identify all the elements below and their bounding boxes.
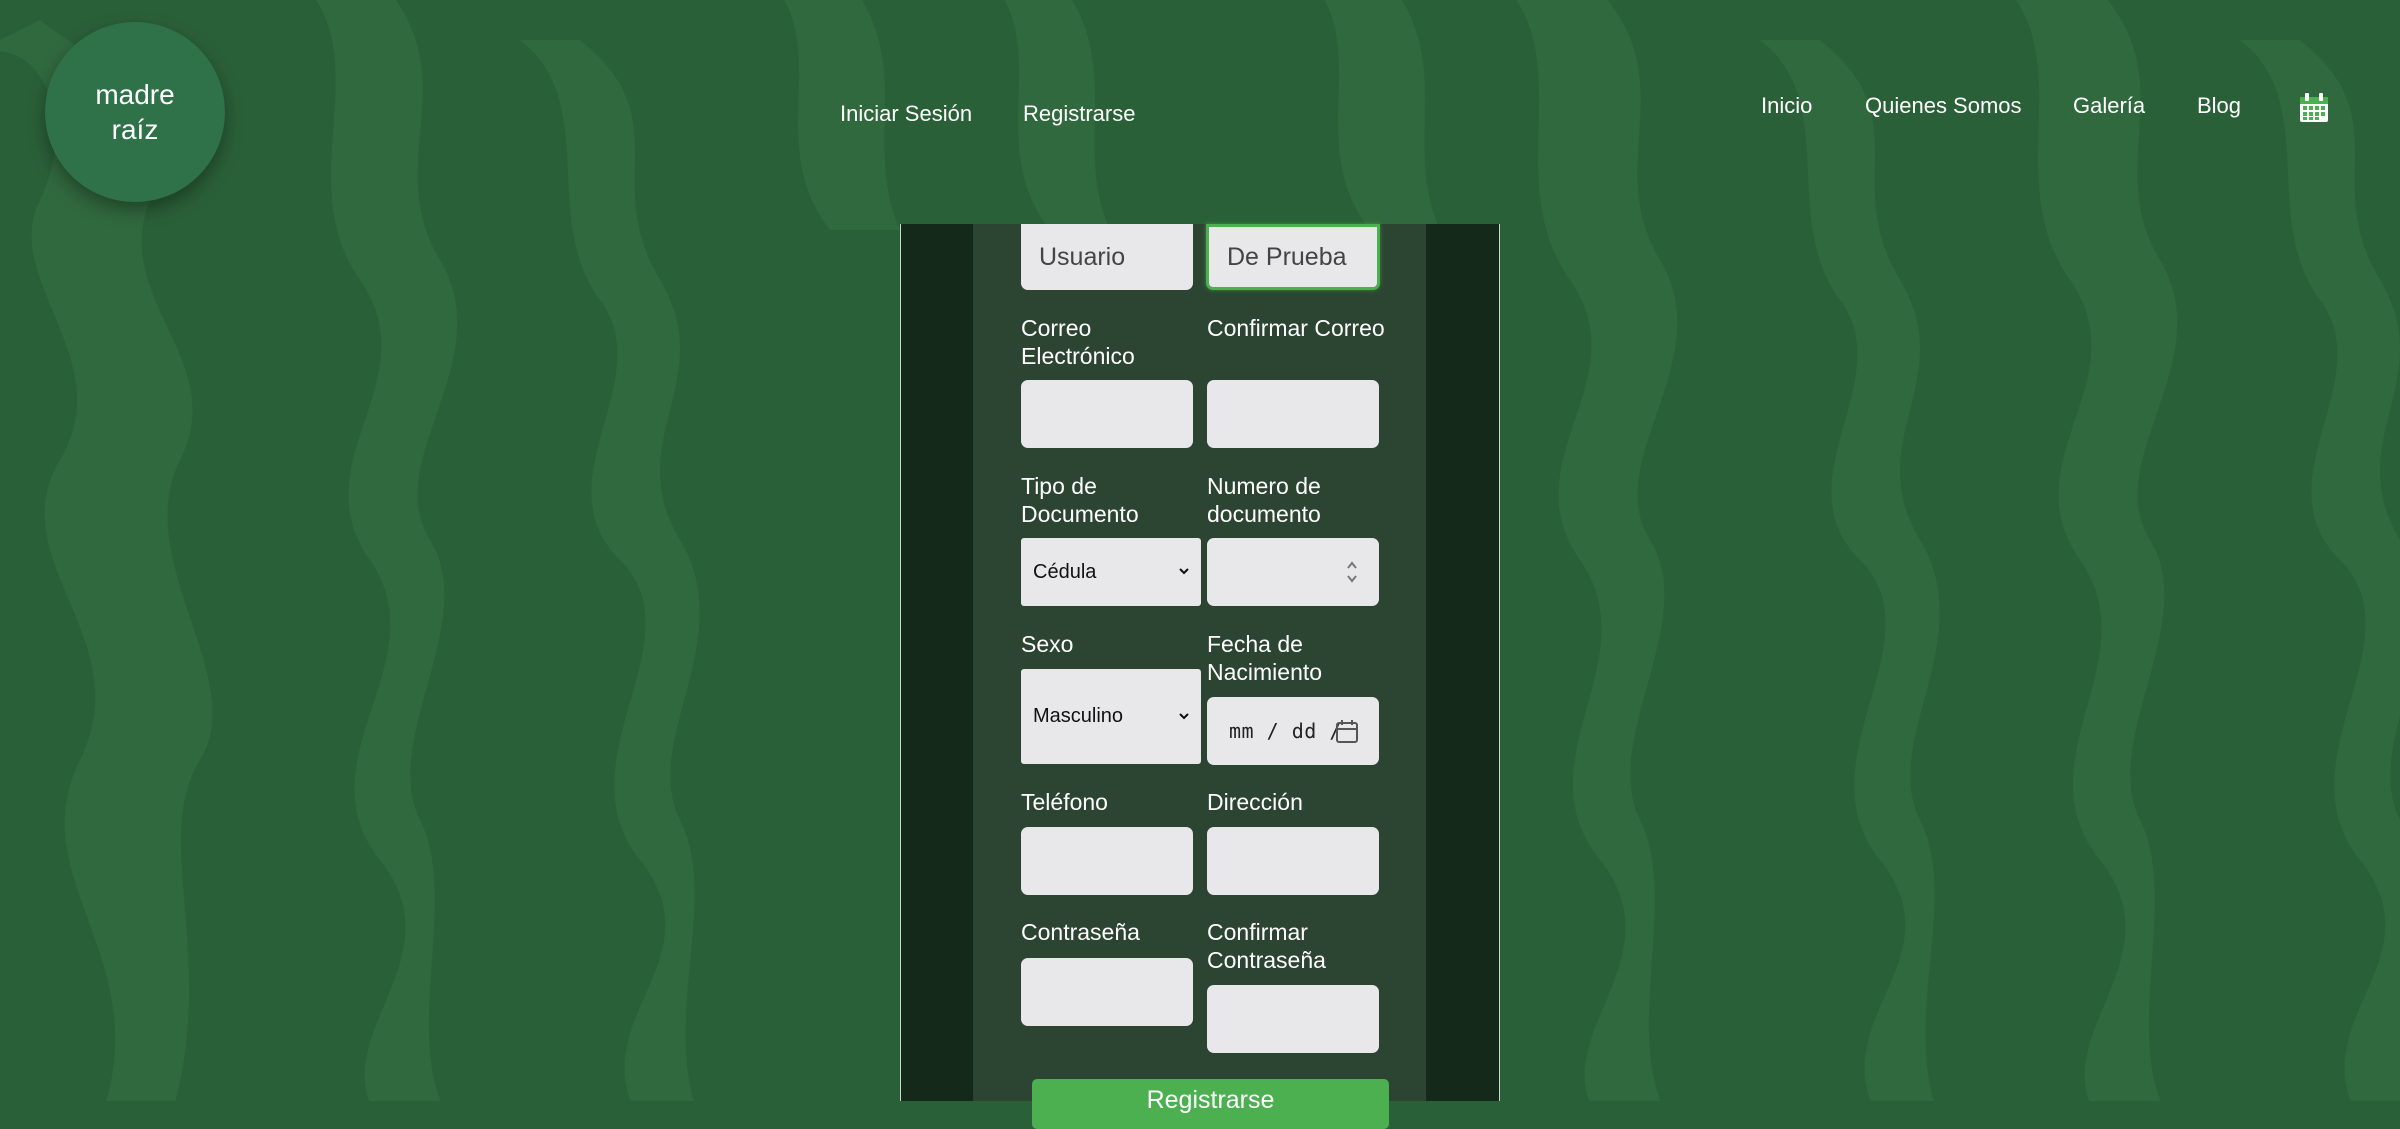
doc-number-field[interactable] <box>1207 538 1379 606</box>
confirm-password-label: Confirmar Contraseña <box>1207 919 1326 973</box>
confirm-email-label: Confirmar Correo <box>1207 315 1385 341</box>
doc-number-label: Numero de documento <box>1207 473 1321 527</box>
doc-type-label: Tipo de Documento <box>1021 473 1139 527</box>
chevron-down-icon <box>1179 712 1189 719</box>
calendar-picker-icon[interactable] <box>1335 718 1359 744</box>
logo[interactable]: madre raíz <box>45 22 225 202</box>
doc-type-select[interactable]: Cédula <box>1021 538 1201 606</box>
address-field[interactable] <box>1207 827 1379 895</box>
first-name-input[interactable]: Usuario <box>1021 224 1193 290</box>
phone-field[interactable] <box>1021 827 1193 895</box>
nav-gallery-link[interactable]: Galería <box>2073 93 2145 119</box>
birthdate-label: Fecha de Nacimiento <box>1207 631 1323 685</box>
password-label: Contraseña <box>1021 919 1140 945</box>
phone-label: Teléfono <box>1021 789 1108 815</box>
spinner-icon[interactable] <box>1345 559 1359 585</box>
confirm-email-field[interactable] <box>1207 380 1379 448</box>
password-field[interactable] <box>1021 958 1193 1026</box>
nav-login-link[interactable]: Iniciar Sesión <box>840 101 972 127</box>
last-name-input[interactable]: De Prueba <box>1206 224 1380 290</box>
nav-register-link[interactable]: Registrarse <box>1023 101 1135 127</box>
sex-select[interactable]: Masculino <box>1021 669 1201 764</box>
nav-blog-link[interactable]: Blog <box>2197 93 2241 119</box>
doc-type-value: Cédula <box>1033 560 1097 583</box>
birthdate-placeholder: mm / dd / <box>1229 719 1342 743</box>
sex-label: Sexo <box>1021 631 1074 657</box>
chevron-down-icon <box>1179 568 1189 575</box>
email-label: Correo Electrónico <box>1021 315 1135 369</box>
logo-line-2: raíz <box>111 114 159 145</box>
site-header: madre raíz Iniciar Sesión Registrarse In… <box>0 0 2400 210</box>
address-label: Dirección <box>1207 789 1303 815</box>
register-submit-button[interactable]: Registrarse <box>1032 1079 1389 1129</box>
nav-home-link[interactable]: Inicio <box>1761 93 1812 119</box>
email-field[interactable] <box>1021 380 1193 448</box>
logo-line-1: madre <box>95 79 175 110</box>
sex-value: Masculino <box>1033 705 1124 727</box>
nav-about-link[interactable]: Quienes Somos <box>1865 93 2022 119</box>
confirm-password-field[interactable] <box>1207 985 1379 1053</box>
birthdate-field[interactable]: mm / dd / <box>1207 697 1379 765</box>
calendar-icon[interactable] <box>2298 92 2330 124</box>
